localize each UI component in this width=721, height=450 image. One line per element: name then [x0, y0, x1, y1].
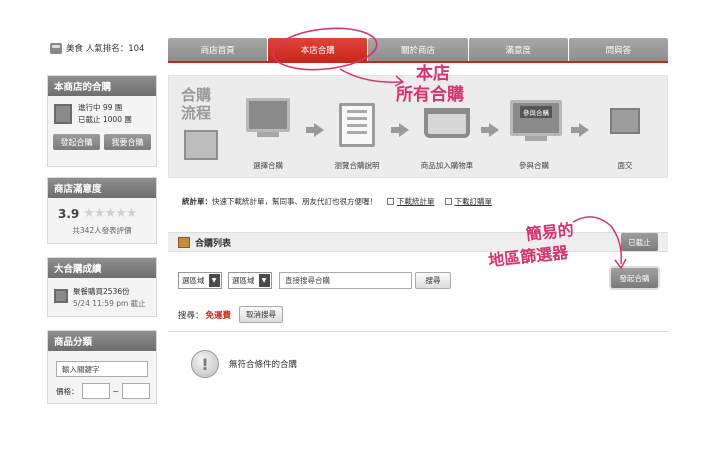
download-stat-link[interactable]: 下載統計單 [387, 196, 435, 207]
empty-message: 無符合條件的合購 [229, 360, 298, 370]
sidebar-satisfaction: 商店滿意度 3.9 ★★★★★ 共342人發表評價 [47, 177, 157, 244]
step-document-icon [339, 103, 375, 147]
divider [168, 331, 668, 332]
step-3-label: 商品加入購物車 [420, 161, 474, 170]
tab-store-home[interactable]: 商店首頁 [168, 38, 268, 62]
process-title-line2: 流程 [181, 104, 212, 122]
chevron-down-icon: ▼ [258, 274, 270, 287]
store-icon [50, 42, 62, 54]
step-select-icon [246, 98, 290, 137]
sidebar-category-title: 商品分類 [48, 331, 156, 351]
ended-count: 已截止 1000 團 [78, 115, 132, 124]
arrow-icon [571, 123, 589, 137]
annotation-1-line1: 本店 [416, 64, 450, 84]
price-max-input[interactable] [121, 383, 150, 399]
calc-desc: 快速下載統計單，幫同事、朋友代訂也很方便喔！ [212, 197, 377, 206]
chevron-down-icon: ▼ [208, 274, 220, 287]
success-item: 聚餐購買2536份 [73, 287, 130, 296]
step-2-label: 瀏覽合購說明 [334, 161, 380, 170]
price-separator: ~ [112, 386, 119, 396]
list-title-label: 合購列表 [195, 239, 232, 249]
filter-row: 搜尋： 免運費 取消搜尋 [178, 306, 284, 323]
rating-stars-icon: ★★★★★ [83, 206, 137, 221]
tab-satisfaction[interactable]: 滿意度 [468, 38, 568, 62]
download-stat-label: 下載統計單 [397, 197, 435, 206]
review-count: 共342人發表評價 [72, 226, 132, 235]
step-cart-icon [424, 108, 470, 138]
package-icon [54, 289, 68, 303]
arrow-icon [306, 123, 324, 137]
step-4-label: 參與合購 [519, 161, 549, 170]
download-order-label: 下載訂購單 [454, 197, 493, 206]
start-group-buy-button[interactable]: 發起合購 [53, 134, 100, 150]
sidebar-success-title: 大合購成績 [48, 258, 156, 278]
process-title: 合購 流程 [181, 86, 211, 122]
open-box-icon [184, 130, 218, 160]
satisfaction-score: 3.9 [58, 206, 80, 221]
join-group-buy-button[interactable]: 我要合購 [104, 134, 151, 150]
filter-label: 搜尋： [178, 310, 204, 321]
region-select-2[interactable]: 選區域 ▼ [228, 272, 272, 289]
document-icon [444, 198, 452, 205]
document-icon [387, 198, 394, 205]
cancel-search-button[interactable]: 取消搜尋 [239, 306, 284, 323]
ongoing-count: 進行中 99 團 [78, 103, 123, 112]
region-select-1-value: 選區域 [182, 276, 205, 285]
sidebar-group-buy: 本商店的合購 進行中 99 團 已截止 1000 團 發起合購 我要合購 [47, 75, 157, 167]
arrow-icon [481, 123, 499, 137]
sidebar-success: 大合購成績 聚餐購買2536份 5/24 11:59 pm 截止 [47, 257, 157, 317]
download-row: 統計單：快速下載統計單，幫同事、朋友代訂也很方便喔！ 下載統計單 下載訂購單 [182, 196, 492, 207]
rank-label: 美食 人氣排名：104 [66, 44, 145, 54]
group-box-icon [54, 104, 72, 124]
filter-value: 免運費 [205, 310, 232, 321]
step-1-label: 選擇合購 [253, 161, 283, 170]
annotation-store-all: 本店 所有合購 [396, 64, 464, 106]
keyword-input[interactable]: 輸入關鍵字 [56, 361, 148, 377]
process-title-line1: 合購 [181, 86, 212, 104]
exclamation-icon: ! [191, 350, 219, 378]
region-select-2-value: 選區域 [232, 276, 255, 285]
store-rank: 美食 人氣排名：104 [50, 40, 165, 56]
success-date: 5/24 11:59 pm 截止 [73, 299, 146, 308]
price-min-input[interactable] [81, 383, 110, 399]
step-5-label: 面交 [617, 161, 633, 170]
annotation-1-line2: 所有合購 [396, 85, 464, 105]
join-badge: 參與合購 [520, 106, 552, 118]
region-select-1[interactable]: 選區域 ▼ [178, 272, 222, 289]
tab-qa[interactable]: 問與答 [568, 38, 669, 62]
price-label: 價格： [56, 386, 79, 396]
box-icon [178, 237, 190, 248]
search-button[interactable]: 搜尋 [415, 272, 451, 289]
arrow-icon [391, 123, 409, 137]
sidebar-satisfaction-title: 商店滿意度 [48, 178, 156, 198]
calc-label: 統計單： [182, 197, 212, 206]
search-input[interactable]: 直接搜尋合購 [279, 272, 412, 289]
sidebar-group-buy-title: 本商店的合購 [48, 76, 156, 96]
step-join-icon: 參與合購 [510, 100, 562, 141]
step-meet-icon [610, 108, 640, 134]
download-order-link[interactable]: 下載訂購單 [444, 196, 493, 207]
list-title: 合購列表 [178, 236, 231, 249]
sidebar-category: 商品分類 輸入關鍵字 價格： ~ [47, 330, 157, 404]
annotation-region-filter: 簡易的 地區篩選器 [487, 219, 577, 270]
